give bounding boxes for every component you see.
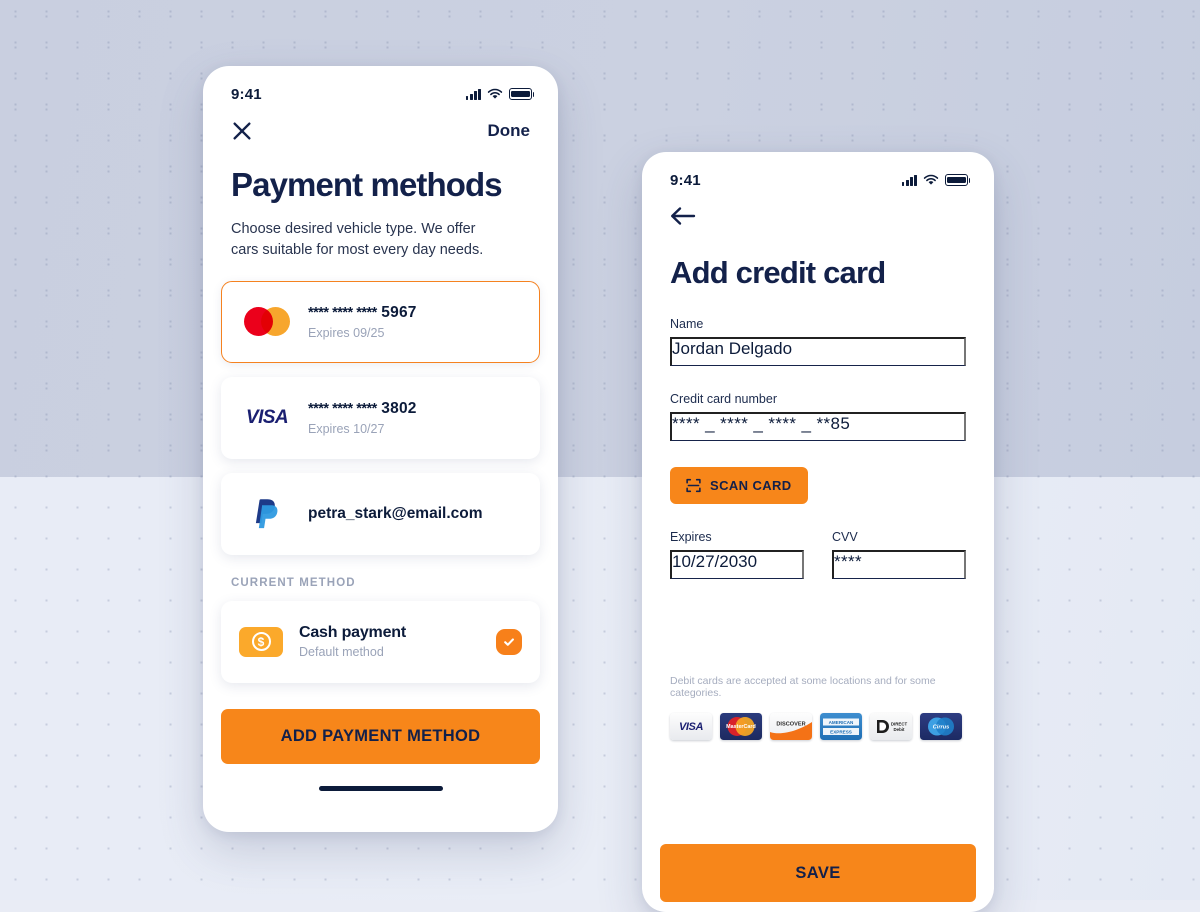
card-number-input[interactable] bbox=[670, 412, 966, 441]
mastercard-card-icon: MasterCard bbox=[720, 713, 762, 740]
card-last4: 5967 bbox=[381, 303, 417, 321]
expires-field-label: Expires bbox=[670, 530, 712, 544]
page-title: Add credit card bbox=[670, 255, 886, 290]
card-expiry: Expires 09/25 bbox=[308, 325, 385, 340]
discover-card-icon: DISCOVER bbox=[770, 713, 812, 740]
cvv-field-group: CVV bbox=[832, 530, 966, 579]
scan-card-button[interactable]: SCAN CARD bbox=[670, 467, 808, 504]
svg-text:DIRECT: DIRECT bbox=[891, 721, 908, 726]
name-input[interactable] bbox=[670, 337, 966, 366]
close-x-icon[interactable] bbox=[231, 120, 253, 142]
scan-frame-icon bbox=[686, 478, 701, 493]
card-number-field-group: Credit card number bbox=[642, 392, 994, 441]
paypal-email: petra_stark@email.com bbox=[308, 504, 483, 522]
accepted-brands-row: VISA MasterCard DISCOVER AMERICAN EXPRES… bbox=[642, 713, 994, 740]
status-bar-right: 9:41 bbox=[642, 152, 994, 192]
wifi-icon bbox=[487, 88, 503, 99]
card-number-stars: **** **** **** bbox=[308, 400, 377, 417]
visa-wordmark: VISA bbox=[246, 406, 289, 428]
name-field-label: Name bbox=[670, 317, 704, 331]
cirrus-card-icon: Cirrus bbox=[920, 713, 962, 740]
direct-debit-card-icon: DIRECT Debit bbox=[870, 713, 912, 740]
status-bar-clock: 9:41 bbox=[231, 85, 262, 103]
expires-input[interactable] bbox=[670, 550, 804, 579]
phone-payment-methods: 9:41 Done Payment methods Choose desired… bbox=[203, 66, 558, 832]
debit-card-disclaimer: Debit cards are accepted at some locatio… bbox=[670, 675, 936, 699]
top-nav-left: Done bbox=[203, 106, 558, 142]
page-title: Payment methods bbox=[231, 166, 503, 203]
add-payment-method-button[interactable]: ADD PAYMENT METHOD bbox=[221, 708, 540, 764]
background-dot-grid-bottom bbox=[0, 0, 1200, 900]
payment-method-item-paypal[interactable]: petra_stark@email.com bbox=[221, 472, 540, 555]
cellular-bars-icon bbox=[901, 174, 917, 186]
card-number-field-label: Credit card number bbox=[670, 392, 777, 406]
phone-add-credit-card: 9:41 Add credit card Name Credit card nu… bbox=[642, 152, 994, 912]
card-number-masked: **** **** **** 3802 bbox=[308, 400, 417, 418]
save-button[interactable]: SAVE bbox=[660, 844, 976, 902]
svg-text:MasterCard: MasterCard bbox=[726, 724, 756, 730]
wifi-icon bbox=[923, 174, 939, 185]
mastercard-icon bbox=[240, 307, 294, 337]
cellular-bars-icon bbox=[465, 88, 481, 100]
svg-text:EXPRESS: EXPRESS bbox=[830, 730, 852, 735]
cvv-input[interactable] bbox=[832, 550, 966, 579]
payment-method-item-mastercard[interactable]: **** **** **** 5967 Expires 09/25 bbox=[221, 280, 540, 363]
payment-method-list: **** **** **** 5967 Expires 09/25 VISA *… bbox=[203, 261, 558, 555]
card-expiry: Expires 10/27 bbox=[308, 421, 385, 436]
visa-card-icon: VISA bbox=[670, 713, 712, 740]
paypal-icon bbox=[240, 497, 294, 531]
cash-payment-subtitle: Default method bbox=[299, 645, 384, 660]
svg-text:DISCOVER: DISCOVER bbox=[776, 722, 805, 728]
scan-card-label: SCAN CARD bbox=[710, 478, 792, 493]
arrow-left-icon[interactable] bbox=[670, 206, 696, 226]
card-number-stars: **** **** **** bbox=[308, 304, 377, 321]
svg-text:Debit: Debit bbox=[894, 727, 906, 732]
svg-text:AMERICAN: AMERICAN bbox=[829, 720, 854, 725]
status-bar-left: 9:41 bbox=[203, 66, 558, 106]
expires-field-group: Expires bbox=[670, 530, 804, 579]
visa-icon: VISA bbox=[240, 407, 294, 429]
battery-full-icon bbox=[945, 174, 971, 186]
current-method-section-label: CURRENT METHOD bbox=[231, 576, 356, 589]
dollar-glyph: $ bbox=[251, 632, 271, 652]
battery-full-icon bbox=[509, 88, 535, 100]
amex-card-icon: AMERICAN EXPRESS bbox=[820, 713, 862, 740]
svg-text:Cirrus: Cirrus bbox=[933, 724, 949, 730]
current-method-cash-payment[interactable]: $ Cash payment Default method bbox=[221, 600, 540, 683]
page-subtitle: Choose desired vehicle type. We offer ca… bbox=[231, 220, 484, 258]
cvv-field-label: CVV bbox=[832, 530, 858, 544]
name-field-group: Name bbox=[642, 317, 994, 366]
cash-payment-title: Cash payment bbox=[299, 624, 406, 642]
expiry-cvv-row: Expires CVV bbox=[642, 530, 994, 579]
card-last4: 3802 bbox=[381, 399, 417, 417]
background bbox=[0, 0, 1200, 900]
status-bar-clock: 9:41 bbox=[670, 171, 701, 189]
card-number-masked: **** **** **** 5967 bbox=[308, 304, 417, 322]
cash-banknote-icon: $ bbox=[239, 626, 283, 657]
home-indicator bbox=[318, 785, 443, 791]
check-badge-icon bbox=[496, 628, 522, 655]
payment-method-item-visa[interactable]: VISA **** **** **** 3802 Expires 10/27 bbox=[221, 376, 540, 459]
top-nav-right bbox=[642, 192, 994, 231]
done-button[interactable]: Done bbox=[488, 121, 531, 141]
